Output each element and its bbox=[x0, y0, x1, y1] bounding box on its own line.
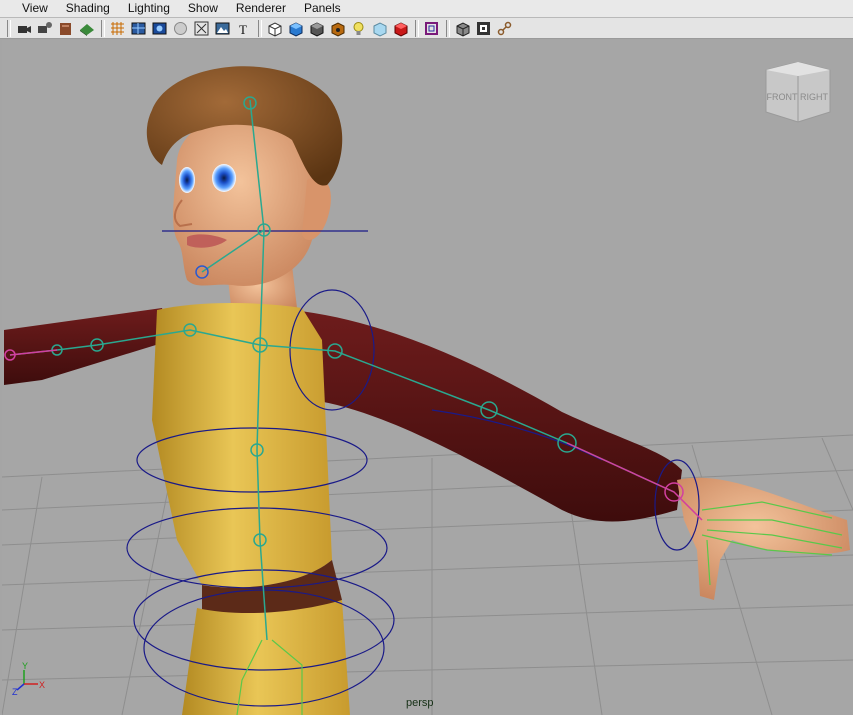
camera-name-label: persp bbox=[406, 697, 434, 709]
xray-joints-icon[interactable] bbox=[370, 19, 389, 38]
texture-icon[interactable] bbox=[213, 19, 232, 38]
ground-grid bbox=[2, 434, 853, 715]
right-hand bbox=[677, 477, 850, 600]
text-icon[interactable]: T bbox=[234, 19, 253, 38]
joint-tool-icon[interactable] bbox=[495, 19, 514, 38]
menu-shading[interactable]: Shading bbox=[57, 0, 119, 17]
red-cube-icon[interactable] bbox=[391, 19, 410, 38]
axis-y-label: Y bbox=[22, 662, 28, 671]
image-plane-icon[interactable] bbox=[77, 19, 96, 38]
viewcube-front-label: FRONT bbox=[767, 92, 798, 102]
xray-icon[interactable] bbox=[192, 19, 211, 38]
shaded-wireframe-icon[interactable] bbox=[453, 19, 472, 38]
default-material-icon[interactable] bbox=[171, 19, 190, 38]
viewport-menu-bar: View Shading Lighting Show Renderer Pane… bbox=[0, 0, 853, 18]
svg-text:T: T bbox=[239, 22, 247, 37]
left-eye bbox=[212, 164, 236, 192]
menu-renderer[interactable]: Renderer bbox=[227, 0, 295, 17]
axis-indicator: Y Z X bbox=[12, 662, 45, 696]
isolate-select-icon[interactable] bbox=[265, 19, 284, 38]
toolbar-separator bbox=[7, 19, 11, 37]
camera-attributes-icon[interactable] bbox=[35, 19, 54, 38]
bookmark-icon[interactable] bbox=[56, 19, 75, 38]
menu-view[interactable]: View bbox=[0, 0, 57, 17]
right-sleeve bbox=[292, 310, 682, 522]
wireframe-cube-icon[interactable] bbox=[307, 19, 326, 38]
wireframe-icon[interactable] bbox=[129, 19, 148, 38]
grid-icon[interactable] bbox=[108, 19, 127, 38]
torso-shirt bbox=[152, 303, 332, 588]
menu-panels[interactable]: Panels bbox=[295, 0, 350, 17]
menu-lighting[interactable]: Lighting bbox=[119, 0, 179, 17]
panel-toolbar: T bbox=[0, 18, 853, 39]
scene-canvas[interactable] bbox=[2, 40, 853, 715]
select-camera-icon[interactable] bbox=[14, 19, 33, 38]
menu-show[interactable]: Show bbox=[179, 0, 227, 17]
light-bulb-icon[interactable] bbox=[349, 19, 368, 38]
axis-x-label: X bbox=[39, 680, 45, 690]
axis-z-label: Z bbox=[12, 687, 18, 696]
resolution-gate-icon[interactable] bbox=[422, 19, 441, 38]
toolbar-separator bbox=[446, 19, 450, 37]
toolbar-separator bbox=[258, 19, 262, 37]
shaded-cube-icon[interactable] bbox=[286, 19, 305, 38]
view-cube[interactable]: FRONT RIGHT bbox=[762, 62, 834, 126]
perspective-viewport[interactable]: FRONT RIGHT Y Z X persp bbox=[2, 40, 853, 715]
textured-cube-icon[interactable] bbox=[328, 19, 347, 38]
right-eye bbox=[179, 167, 195, 193]
viewcube-right-label: RIGHT bbox=[800, 92, 829, 102]
toolbar-separator bbox=[415, 19, 419, 37]
smooth-shade-icon[interactable] bbox=[150, 19, 169, 38]
frame-icon[interactable] bbox=[474, 19, 493, 38]
toolbar-separator bbox=[101, 19, 105, 37]
